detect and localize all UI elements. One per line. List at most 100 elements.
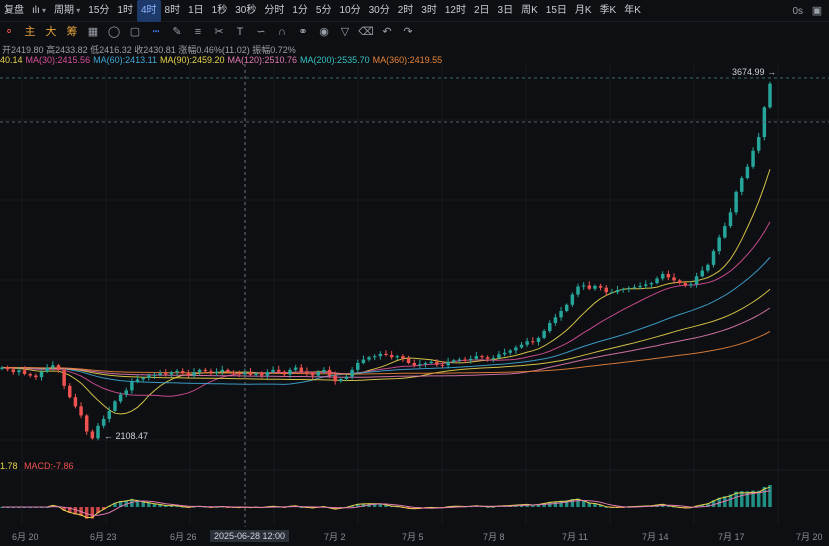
candle-body: [728, 212, 733, 227]
candle-body: [700, 270, 704, 277]
macd-bar: [740, 491, 744, 507]
candle-body: [514, 347, 518, 351]
candle-body: [220, 369, 224, 372]
candle-body: [265, 372, 270, 376]
x-tick-label: 7月 14: [642, 532, 669, 542]
candle-body: [677, 280, 682, 284]
candle-body: [384, 353, 388, 355]
x-tick-label: 6月 20: [12, 532, 39, 542]
candle-body: [62, 369, 66, 386]
candle-body: [339, 378, 343, 382]
candle-body: [457, 359, 462, 361]
candle-body: [429, 361, 433, 363]
candle-body: [350, 369, 354, 377]
candle-body: [237, 373, 241, 375]
candle-body: [175, 370, 179, 373]
candle-body: [559, 310, 563, 318]
candle-body: [130, 381, 134, 391]
candle-body: [260, 373, 264, 376]
candle-body: [604, 287, 608, 293]
candle-body: [542, 331, 546, 338]
candle-body: [587, 285, 592, 289]
candle-body: [474, 356, 479, 359]
candle-body: [39, 371, 44, 378]
ma-line: [2, 307, 771, 378]
candle-body: [581, 285, 586, 287]
candle-body: [756, 137, 761, 151]
candle-body: [666, 273, 671, 278]
candle-body: [768, 83, 772, 108]
candle-body: [468, 358, 473, 361]
candle-body: [293, 367, 298, 370]
candle-body: [276, 369, 281, 372]
candle-body: [751, 150, 755, 167]
candle-body: [480, 356, 484, 358]
candle-body: [564, 304, 569, 311]
candle-body: [203, 369, 208, 372]
candle-body: [615, 289, 620, 293]
candle-body: [508, 350, 512, 353]
candle-body: [694, 276, 699, 285]
candle-body: [389, 355, 394, 358]
candle-body: [107, 410, 112, 419]
candle-body: [282, 371, 287, 375]
candle-body: [299, 367, 304, 372]
candle-body: [683, 283, 688, 286]
candle-body: [271, 369, 275, 373]
candle-body: [51, 365, 55, 368]
candle-body: [254, 373, 258, 375]
candle-body: [316, 372, 320, 376]
candle-body: [621, 289, 625, 291]
candle-body: [118, 394, 123, 402]
candle-body: [378, 353, 383, 357]
candle-body: [491, 357, 496, 359]
ma-line: [1, 168, 771, 415]
candle-body: [723, 226, 727, 238]
candle-body: [197, 369, 202, 373]
x-tick-label: 7月 2: [324, 532, 346, 542]
candle-body: [660, 273, 665, 279]
candle-body: [598, 285, 603, 288]
candle-body: [356, 362, 360, 370]
candle-body: [401, 356, 405, 359]
candle-body: [531, 341, 535, 343]
candle-body: [463, 359, 467, 361]
x-tick-label: 7月 20: [796, 532, 823, 542]
candle-body: [22, 370, 27, 374]
price-chart[interactable]: 3674.99 → ← 2108.47 6月 20 6月 23 6月 26 7月 2 7月 …: [0, 0, 829, 546]
candle-body: [17, 370, 21, 373]
candle-body: [180, 370, 185, 374]
candle-body: [576, 286, 580, 295]
candle-body: [536, 337, 541, 342]
ma-line: [2, 288, 771, 381]
candle-body: [96, 425, 100, 439]
candle-body: [113, 401, 117, 411]
candle-body: [45, 367, 49, 372]
low-price-label: ← 2108.47: [104, 431, 148, 441]
candle-body: [186, 373, 191, 376]
candle-body: [423, 362, 428, 365]
candle-body: [519, 344, 524, 348]
candle-body: [502, 352, 507, 355]
candle-body: [169, 372, 174, 375]
candle-body: [610, 292, 614, 294]
candle-body: [395, 356, 400, 358]
candle-body: [627, 288, 631, 290]
candle-body: [11, 369, 16, 373]
candle-body: [497, 354, 501, 358]
candle-body: [706, 264, 710, 271]
candle-body: [0, 367, 4, 369]
x-tick-label: 7月 8: [483, 532, 505, 542]
candle-body: [141, 377, 145, 380]
candle-body: [745, 166, 750, 179]
candle-body: [68, 385, 72, 398]
candle-body: [570, 294, 575, 305]
candle-body: [209, 371, 213, 374]
candle-body: [327, 369, 332, 376]
candle-body: [333, 375, 337, 382]
candle-body: [452, 360, 456, 362]
candle-body: [34, 375, 38, 378]
candle-body: [288, 369, 292, 375]
candle-body: [548, 323, 552, 332]
candle-body: [435, 361, 439, 365]
